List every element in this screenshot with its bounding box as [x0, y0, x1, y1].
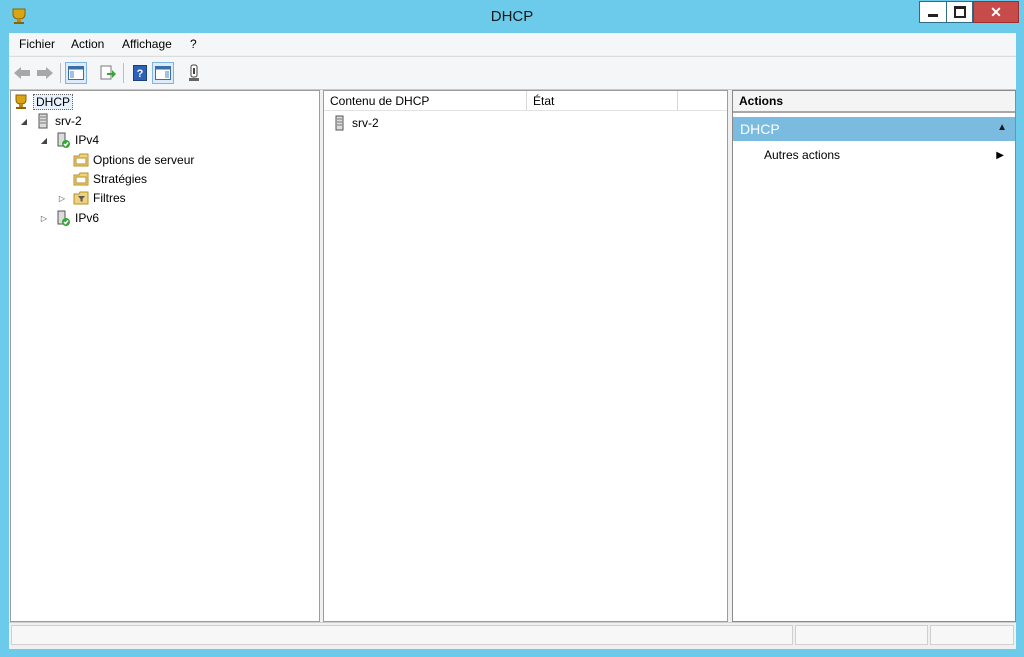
menu-help[interactable]: ? [190, 37, 197, 51]
dhcp-icon [15, 94, 27, 109]
tree-label-srv-2: srv-2 [55, 114, 82, 128]
status-cell-main [11, 625, 793, 645]
folder-icon [73, 153, 89, 167]
tree-item-dhcp[interactable]: DHCP [13, 93, 74, 111]
tree-item-options-de-serveur[interactable]: Options de serveur [73, 151, 194, 169]
toolbar-separator [60, 63, 61, 83]
list-item-label: srv-2 [352, 116, 379, 130]
tree-item-strategies[interactable]: Stratégies [73, 170, 147, 188]
show-hide-tree-button[interactable] [65, 62, 87, 84]
results-list-pane[interactable]: Contenu de DHCP État srv-2 [323, 90, 728, 622]
server-icon [335, 115, 344, 131]
tree-label-ipv4: IPv4 [75, 133, 100, 147]
server-icon [38, 113, 48, 129]
actions-pane: Actions DHCP ▲ Autres actions ▶ [732, 90, 1016, 622]
list-item-srv-2[interactable]: srv-2 [332, 115, 379, 131]
server-status-button[interactable] [183, 62, 205, 84]
help-icon: ? [133, 65, 147, 81]
tree-item-ipv6[interactable]: ▷ IPv6 [39, 209, 99, 227]
actions-title: Actions [733, 91, 1015, 113]
menu-action[interactable]: Action [71, 37, 104, 51]
column-header-etat[interactable]: État [527, 91, 678, 110]
menu-bar: Fichier Action Affichage ? [9, 33, 1016, 55]
server-status-icon [189, 64, 199, 81]
minimize-button[interactable] [919, 1, 947, 23]
minimize-icon [928, 13, 938, 17]
column-header-contenu[interactable]: Contenu de DHCP [324, 91, 527, 110]
show-hide-action-pane-icon [155, 66, 171, 80]
collapse-icon[interactable]: ◢ [19, 116, 29, 126]
filter-folder-icon [73, 191, 89, 205]
forward-button[interactable] [34, 62, 56, 84]
actions-section-label: DHCP [740, 121, 780, 137]
client-area: Fichier Action Affichage ? ? DHCP ◢ srv-… [9, 33, 1016, 649]
tree-label-filtres: Filtres [93, 191, 126, 205]
header-divider [324, 110, 727, 111]
ipv4-icon [57, 132, 70, 148]
close-icon: ✕ [990, 3, 1002, 20]
menu-fichier[interactable]: Fichier [19, 37, 55, 51]
window-title: DHCP [490, 8, 534, 25]
tree-label-ipv6: IPv6 [75, 211, 100, 225]
toolbar: ? [9, 56, 1016, 90]
status-cell-3 [930, 625, 1014, 645]
toolbar-separator [123, 63, 124, 83]
maximize-button[interactable] [947, 1, 973, 23]
dhcp-window: DHCP ✕ Fichier Action Affichage ? ? DHCP… [0, 0, 1024, 657]
export-list-icon [100, 65, 116, 80]
actions-section-dhcp[interactable]: DHCP ▲ [733, 117, 1015, 141]
folder-icon [73, 172, 89, 186]
forward-arrow-icon [37, 67, 53, 79]
collapse-icon[interactable]: ◢ [39, 135, 49, 145]
expand-icon[interactable]: ▷ [57, 193, 67, 203]
ipv6-icon [57, 210, 70, 226]
submenu-arrow-icon: ▶ [996, 149, 1004, 161]
status-bar [9, 622, 1016, 647]
tree-label-strategies: Stratégies [93, 172, 148, 186]
title-bar[interactable]: DHCP ✕ [0, 0, 1024, 33]
menu-affichage[interactable]: Affichage [122, 37, 172, 51]
maximize-icon [953, 6, 966, 18]
tree-label-dhcp: DHCP [33, 94, 74, 110]
console-tree-pane[interactable]: DHCP ◢ srv-2 ◢ IPv4 Options de serveur S… [10, 90, 320, 622]
column-label-etat: État [533, 93, 555, 108]
tree-item-filtres[interactable]: ▷ Filtres [57, 189, 126, 207]
tree-item-srv-2[interactable]: ◢ srv-2 [19, 112, 82, 130]
collapse-up-icon[interactable]: ▲ [997, 122, 1007, 133]
back-button[interactable] [11, 62, 33, 84]
svg-text:?: ? [137, 68, 144, 80]
tree-item-ipv4[interactable]: ◢ IPv4 [39, 131, 99, 149]
show-hide-tree-icon [68, 66, 84, 80]
close-button[interactable]: ✕ [973, 1, 1019, 23]
back-arrow-icon [14, 67, 30, 79]
status-cell-2 [795, 625, 928, 645]
show-hide-action-pane-button[interactable] [152, 62, 174, 84]
action-label: Autres actions [764, 148, 841, 162]
expand-icon[interactable]: ▷ [39, 213, 49, 223]
help-button[interactable]: ? [129, 62, 151, 84]
tree-label-options: Options de serveur [93, 153, 195, 167]
column-label-contenu: Contenu de DHCP [330, 93, 430, 108]
export-list-button[interactable] [97, 62, 119, 84]
action-autres-actions[interactable]: Autres actions ▶ [764, 148, 1004, 162]
